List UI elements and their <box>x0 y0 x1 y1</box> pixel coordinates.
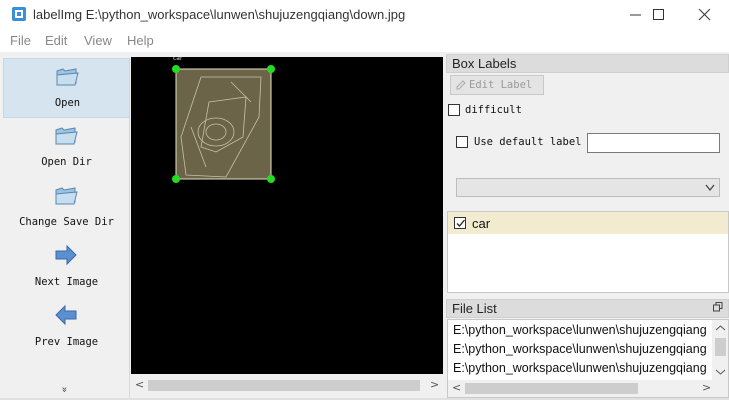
open-dir-label: Open Dir <box>41 156 92 168</box>
bbox-handle-bottom-left[interactable] <box>172 175 180 183</box>
file-list: E:\python_workspace\lunwen\shujuzengqian… <box>447 319 729 398</box>
file-list-horizontal-scrollbar[interactable]: < > <box>448 380 728 397</box>
use-default-label-label: Use default label <box>474 136 582 148</box>
arrow-right-icon <box>55 244 77 266</box>
chevron-down-icon <box>705 184 715 192</box>
scroll-thumb[interactable] <box>148 380 420 391</box>
label-list-item[interactable]: car <box>448 212 728 234</box>
menu-view[interactable]: View <box>84 33 112 48</box>
label-item-text: car <box>472 216 491 231</box>
menu-help[interactable]: Help <box>127 33 154 48</box>
canvas-area: car < > <box>131 53 443 398</box>
difficult-label: difficult <box>465 104 522 116</box>
change-save-dir-button[interactable]: Change Save Dir <box>3 178 130 238</box>
bbox-handle-top-right[interactable] <box>267 65 275 73</box>
scroll-left-icon[interactable]: < <box>452 381 461 394</box>
scroll-right-icon[interactable]: > <box>702 381 711 394</box>
maximize-icon <box>653 9 664 20</box>
edit-label-button[interactable]: Edit Label <box>450 75 544 95</box>
folder-open-icon <box>55 187 78 205</box>
open-dir-button[interactable]: Open Dir <box>3 118 130 178</box>
menu-bar: File Edit View Help <box>0 30 729 52</box>
title-bar: labelImg E:\python_workspace\lunwen\shuj… <box>0 0 729 30</box>
file-list-title: File List <box>446 299 729 318</box>
check-icon <box>456 219 465 227</box>
edit-label-text: Edit Label <box>469 79 533 91</box>
label-combobox[interactable] <box>456 178 720 197</box>
box-labels-title: Box Labels <box>446 54 729 73</box>
scroll-right-icon[interactable]: > <box>430 378 439 391</box>
prev-image-label: Prev Image <box>34 336 99 348</box>
labelimg-window: labelImg E:\python_workspace\lunwen\shuj… <box>0 0 729 400</box>
bbox-handle-top-left[interactable] <box>172 65 180 73</box>
open-button[interactable]: Open <box>3 58 130 118</box>
next-image-button[interactable]: Next Image <box>3 238 130 298</box>
toolbar-more-button[interactable]: » <box>59 386 70 392</box>
pencil-icon <box>456 80 466 90</box>
prev-image-button[interactable]: Prev Image <box>3 298 130 358</box>
bbox-label: car <box>173 57 183 62</box>
canvas-horizontal-scrollbar[interactable]: < > <box>131 377 443 394</box>
toolbar: Open Open Dir Change Save Dir Next Image <box>3 58 130 398</box>
open-label: Open <box>54 97 81 109</box>
arrow-left-icon <box>55 304 77 326</box>
file-list-item[interactable]: E:\python_workspace\lunwen\shujuzengqian… <box>453 323 713 337</box>
scroll-up-icon[interactable] <box>712 322 729 334</box>
file-list-item[interactable]: E:\python_workspace\lunwen\shujuzengqian… <box>453 361 713 375</box>
bounding-box[interactable] <box>175 68 272 180</box>
change-save-dir-label: Change Save Dir <box>19 216 114 228</box>
annotation-layer: car <box>172 55 275 183</box>
close-icon <box>698 9 711 21</box>
undock-icon[interactable] <box>713 302 723 312</box>
folder-open-icon <box>56 68 79 86</box>
image-canvas[interactable]: car <box>131 55 443 374</box>
folder-open-icon <box>55 127 78 145</box>
menu-file[interactable]: File <box>10 33 31 48</box>
bbox-handle-bottom-right[interactable] <box>267 175 275 183</box>
scroll-down-icon[interactable] <box>712 366 729 378</box>
maximize-button[interactable] <box>637 0 683 30</box>
scroll-thumb[interactable] <box>715 338 726 356</box>
use-default-label-checkbox[interactable] <box>456 136 468 148</box>
file-list-vertical-scrollbar[interactable] <box>712 320 729 380</box>
default-label-input[interactable] <box>587 133 720 153</box>
file-list-item[interactable]: E:\python_workspace\lunwen\shujuzengqian… <box>453 342 713 356</box>
difficult-checkbox[interactable] <box>448 104 460 116</box>
label-list: car <box>447 211 729 293</box>
app-icon <box>12 7 26 21</box>
close-button[interactable] <box>683 0 729 30</box>
scroll-left-icon[interactable]: < <box>135 378 144 391</box>
label-item-checkbox[interactable] <box>454 217 466 229</box>
menu-edit[interactable]: Edit <box>45 33 67 48</box>
scroll-thumb[interactable] <box>465 383 638 394</box>
next-image-label: Next Image <box>34 276 99 288</box>
window-title: labelImg E:\python_workspace\lunwen\shuj… <box>33 7 406 22</box>
